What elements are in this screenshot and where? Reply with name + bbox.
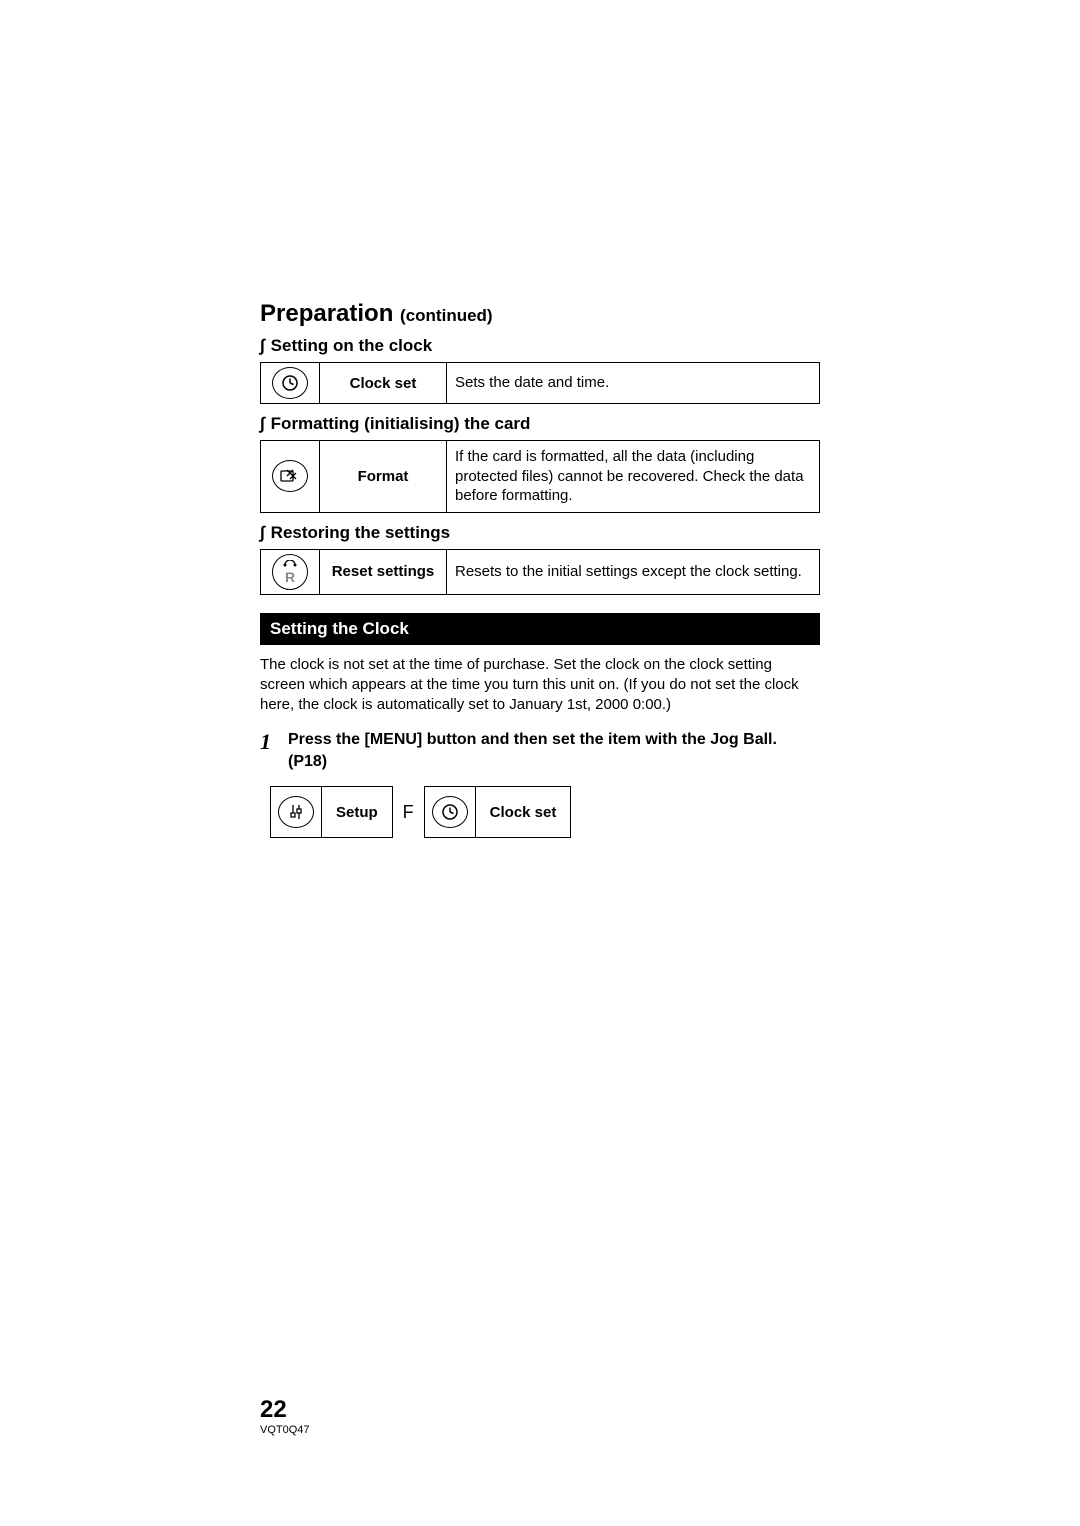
page-title: Preparation (continued)	[260, 300, 820, 328]
menu-setup-label: Setup	[322, 804, 392, 821]
title-main: Preparation	[260, 300, 400, 327]
table-row: R Reset settings Resets to the initial s…	[261, 549, 820, 594]
step-1: 1 Press the [MENU] button and then set t…	[260, 729, 820, 772]
format-icon	[272, 460, 308, 492]
table-row: Format If the card is formatted, all the…	[261, 441, 820, 513]
icon-cell	[261, 441, 320, 513]
table-clock-set: Clock set Sets the date and time.	[260, 362, 820, 404]
menu-path-row: Setup F Clock set	[270, 786, 820, 838]
arrow-right-icon: F	[403, 802, 414, 823]
section-bar-setting-clock: Setting the Clock	[260, 613, 820, 645]
square-bullet-icon: ∫	[260, 336, 265, 355]
table-reset: R Reset settings Resets to the initial s…	[260, 549, 820, 595]
body-paragraph: The clock is not set at the time of purc…	[260, 655, 820, 716]
menu-setup-box: Setup	[270, 786, 393, 838]
clock-icon	[272, 367, 308, 399]
setup-icon	[278, 796, 314, 828]
setting-name: Format	[320, 441, 447, 513]
title-continued: (continued)	[400, 306, 493, 325]
table-format: Format If the card is formatted, all the…	[260, 440, 820, 513]
reset-r-letter: R	[285, 570, 295, 584]
setting-description: Sets the date and time.	[447, 363, 820, 404]
icon-cell: R	[261, 549, 320, 594]
icon-cell	[261, 363, 320, 404]
reset-icon: R	[272, 554, 308, 590]
square-bullet-icon: ∫	[260, 414, 265, 433]
square-bullet-icon: ∫	[260, 523, 265, 542]
setting-description: Resets to the initial settings except th…	[447, 549, 820, 594]
clock-icon	[432, 796, 468, 828]
setting-name: Clock set	[320, 363, 447, 404]
heading-formatting-card: ∫Formatting (initialising) the card	[260, 414, 820, 434]
step-instruction: Press the [MENU] button and then set the…	[288, 729, 820, 772]
step-number: 1	[260, 729, 288, 755]
heading-setting-clock: ∫Setting on the clock	[260, 336, 820, 356]
setting-description: If the card is formatted, all the data (…	[447, 441, 820, 513]
menu-clockset-label: Clock set	[476, 804, 571, 821]
document-code: VQT0Q47	[260, 1424, 310, 1436]
heading-restoring-settings: ∫Restoring the settings	[260, 523, 820, 543]
table-row: Clock set Sets the date and time.	[261, 363, 820, 404]
page-footer: 22 VQT0Q47	[260, 1398, 310, 1436]
setting-name: Reset settings	[320, 549, 447, 594]
menu-clockset-box: Clock set	[424, 786, 572, 838]
page-number: 22	[260, 1398, 310, 1422]
